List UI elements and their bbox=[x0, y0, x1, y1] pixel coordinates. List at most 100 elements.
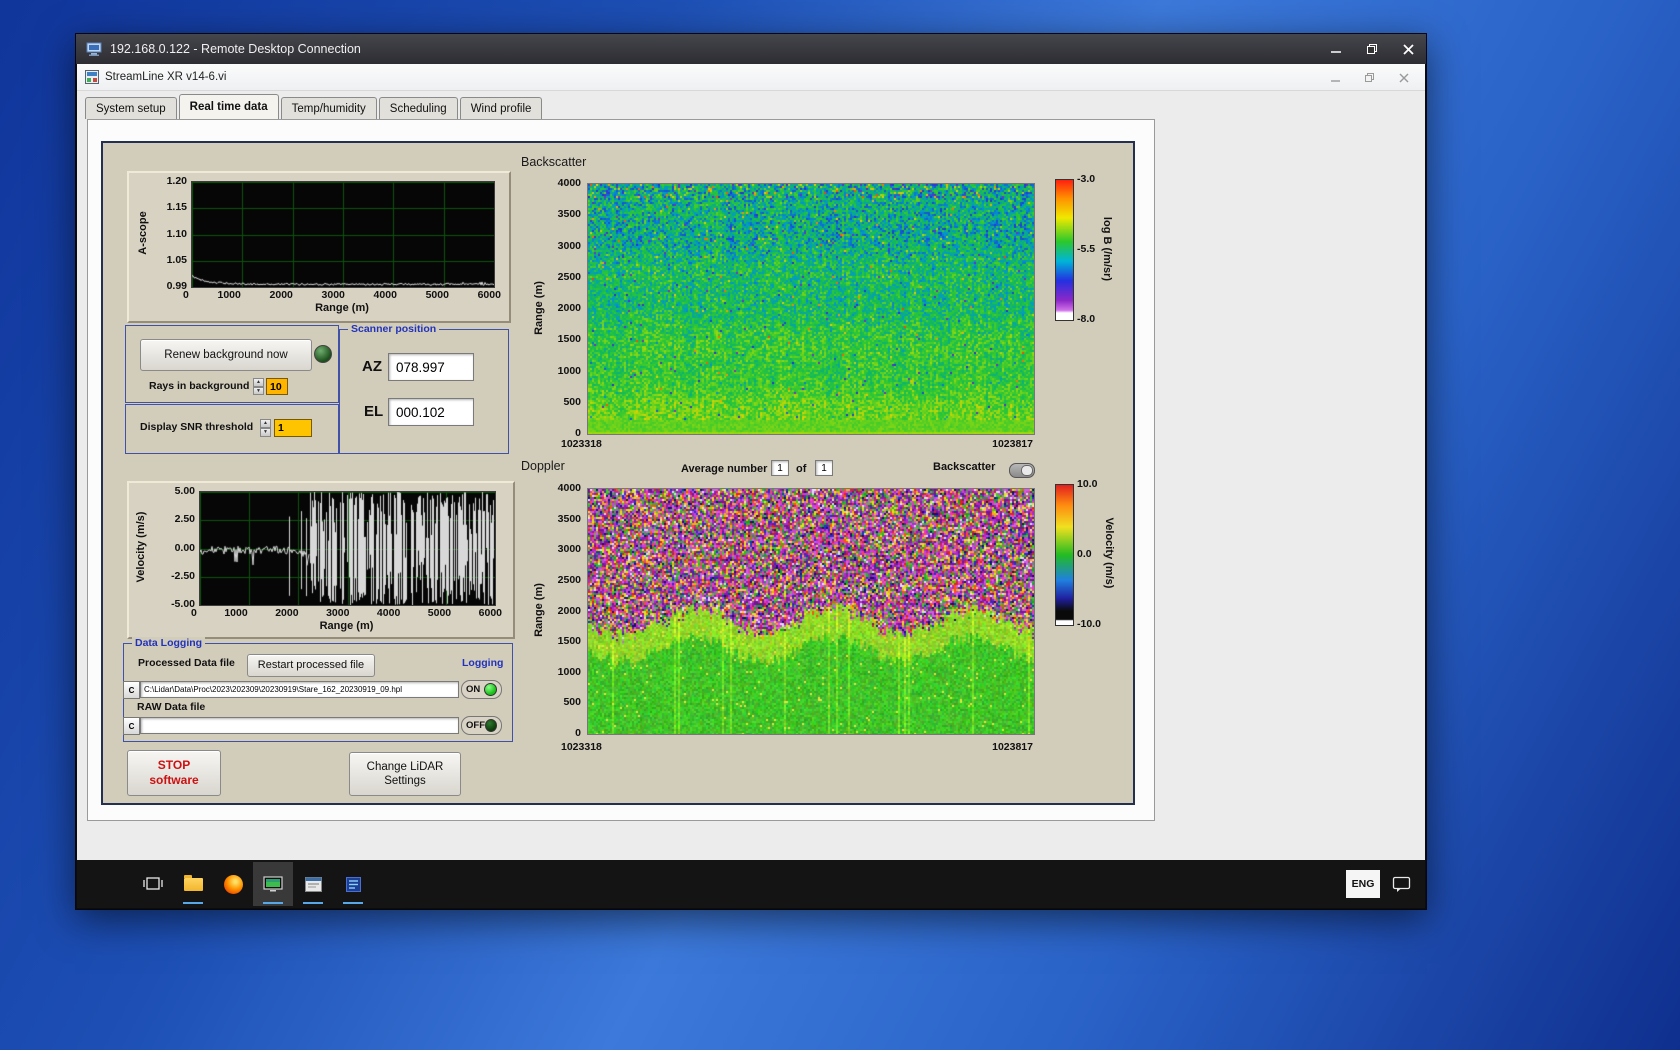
axis-tick: 3500 bbox=[557, 208, 581, 221]
task-view-icon[interactable] bbox=[133, 862, 173, 906]
stop-software-button[interactable]: STOP software bbox=[127, 750, 221, 796]
axis-tick: 3000 bbox=[326, 607, 350, 619]
average-count-field[interactable]: 1 bbox=[815, 460, 833, 476]
velocity-x-axis-label: Range (m) bbox=[319, 620, 374, 632]
change-lidar-settings-button[interactable]: Change LiDAR Settings bbox=[349, 752, 461, 796]
doppler-colorbar bbox=[1055, 484, 1074, 626]
el-label: EL bbox=[364, 403, 384, 420]
axis-tick: 4000 bbox=[373, 289, 397, 301]
remote-desktop-app-icon[interactable] bbox=[253, 862, 293, 906]
streamline-app-window: StreamLine XR v14-6.vi System setup Real… bbox=[77, 64, 1425, 860]
firefox-icon[interactable] bbox=[213, 862, 253, 906]
doppler-x-start: 1023318 bbox=[561, 741, 602, 753]
raw-logging-toggle[interactable]: OFF bbox=[461, 716, 502, 735]
axis-tick: 2000 bbox=[557, 302, 581, 314]
rays-spinner[interactable]: ▲ ▼ bbox=[253, 378, 264, 395]
snr-value-field[interactable]: 1 bbox=[274, 419, 312, 437]
remote-desktop-area: StreamLine XR v14-6.vi System setup Real… bbox=[77, 64, 1425, 908]
snr-spinner[interactable]: ▲ ▼ bbox=[260, 419, 271, 437]
ascope-y-ticks: 1.20 1.15 1.10 1.05 0.99 bbox=[153, 175, 187, 292]
renew-background-button[interactable]: Renew background now bbox=[140, 339, 312, 371]
axis-tick: 2000 bbox=[557, 604, 581, 617]
toggle-knob bbox=[1021, 465, 1033, 476]
ascope-x-ticks: 0 1000 2000 3000 4000 5000 6000 bbox=[183, 289, 501, 301]
axis-tick: 5.00 bbox=[174, 485, 195, 497]
renew-background-led bbox=[314, 345, 332, 363]
processed-path-drive-icon[interactable]: C bbox=[123, 681, 140, 699]
axis-tick: 10.0 bbox=[1077, 478, 1098, 490]
notification-tooltip-icon[interactable] bbox=[1392, 876, 1411, 893]
velocity-chart: Velocity (m/s) 5.00 2.50 0.00 -2.50 -5.00 01… bbox=[127, 481, 515, 639]
taskbar: ENG bbox=[77, 860, 1425, 908]
backscatter-y-ticks: 4000 3500 3000 2500 2000 1500 1000 500 0 bbox=[543, 177, 581, 439]
backscatter-x-end: 1023817 bbox=[992, 438, 1033, 450]
backscatter-colorbar-label: log B (/m/sr) bbox=[1101, 216, 1113, 282]
axis-tick: 6000 bbox=[478, 607, 502, 619]
tab-wind-profile[interactable]: Wind profile bbox=[459, 97, 543, 119]
tab-real-time-data[interactable]: Real time data bbox=[178, 94, 279, 119]
rdp-window: 192.168.0.122 - Remote Desktop Connectio… bbox=[75, 33, 1427, 910]
axis-tick: -10.0 bbox=[1077, 618, 1101, 630]
axis-tick: 4000 bbox=[376, 607, 401, 619]
backscatter-display-toggle[interactable] bbox=[1009, 463, 1035, 478]
tab-system-setup[interactable]: System setup bbox=[85, 97, 177, 119]
tab-scheduling[interactable]: Scheduling bbox=[378, 97, 458, 119]
axis-tick: 4000 bbox=[557, 482, 581, 494]
file-explorer-icon[interactable] bbox=[173, 862, 213, 906]
raw-logging-led bbox=[485, 719, 497, 732]
axis-tick: 1.15 bbox=[166, 201, 187, 214]
axis-tick: 0 bbox=[575, 727, 581, 739]
raw-path-drive-icon[interactable]: C bbox=[123, 717, 140, 735]
restart-processed-file-button[interactable]: Restart processed file bbox=[247, 654, 375, 677]
axis-tick: 1500 bbox=[557, 635, 581, 648]
app-titlebar: StreamLine XR v14-6.vi bbox=[77, 64, 1425, 91]
ascope-plot-area bbox=[191, 181, 495, 288]
language-indicator[interactable]: ENG bbox=[1346, 870, 1380, 898]
scan-scheduler-icon[interactable] bbox=[293, 862, 333, 906]
axis-tick: -3.0 bbox=[1077, 173, 1096, 185]
logging-label: Logging bbox=[462, 657, 504, 669]
axis-tick: -2.50 bbox=[171, 569, 195, 582]
axis-tick: 3000 bbox=[557, 239, 581, 252]
app-close-icon[interactable] bbox=[1399, 73, 1409, 83]
az-value-field[interactable]: 078.997 bbox=[388, 353, 474, 381]
axis-tick: 0 bbox=[183, 289, 189, 301]
app-title: StreamLine XR v14-6.vi bbox=[105, 71, 227, 83]
rays-value-field[interactable]: 10 bbox=[266, 378, 288, 395]
remote-desktop-icon bbox=[86, 42, 102, 56]
processed-logging-led bbox=[484, 683, 497, 696]
axis-tick: 3000 bbox=[321, 289, 345, 301]
backscatter-colorbar-ticks: -3.0 -5.5 -8.0 bbox=[1077, 173, 1095, 325]
axis-tick: 0.0 bbox=[1077, 548, 1092, 560]
stop-button-line2: software bbox=[149, 773, 199, 787]
raw-path-field[interactable] bbox=[140, 717, 459, 734]
app-icon bbox=[85, 70, 99, 84]
average-number-label: Average number bbox=[681, 463, 768, 475]
rdp-restore-button[interactable] bbox=[1354, 34, 1390, 64]
rdp-close-button[interactable] bbox=[1390, 34, 1426, 64]
velocity-trace bbox=[200, 492, 495, 605]
snr-threshold-box: Display SNR threshold ▲ ▼ 1 bbox=[125, 404, 339, 454]
axis-tick: 1.10 bbox=[166, 227, 187, 240]
schedule-list-icon[interactable] bbox=[333, 862, 373, 906]
processed-data-file-label: Processed Data file bbox=[138, 657, 235, 669]
processed-path-field[interactable]: C:\Lidar\Data\Proc\2023\202309\20230919\… bbox=[140, 681, 459, 698]
backscatter-heatmap bbox=[588, 184, 1034, 434]
app-restore-icon[interactable] bbox=[1365, 72, 1375, 83]
axis-tick: 5000 bbox=[425, 289, 449, 301]
tab-temp-humidity[interactable]: Temp/humidity bbox=[280, 97, 377, 119]
doppler-x-end: 1023817 bbox=[992, 741, 1033, 753]
axis-tick: 0.00 bbox=[174, 541, 195, 554]
backscatter-colorbar bbox=[1055, 179, 1074, 321]
el-value-field[interactable]: 000.102 bbox=[388, 398, 474, 426]
axis-tick: 1.20 bbox=[166, 175, 187, 187]
rdp-minimize-button[interactable] bbox=[1318, 34, 1354, 64]
axis-tick: 1000 bbox=[224, 607, 248, 619]
average-number-field[interactable]: 1 bbox=[771, 460, 789, 476]
axis-tick: 5000 bbox=[427, 607, 452, 619]
doppler-colorbar-ticks: 10.0 0.0 -10.0 bbox=[1077, 478, 1101, 630]
processed-logging-toggle[interactable]: ON bbox=[461, 680, 502, 699]
change-button-line1: Change LiDAR bbox=[366, 760, 444, 773]
app-minimize-icon[interactable] bbox=[1331, 73, 1341, 83]
axis-tick: 6000 bbox=[477, 289, 501, 301]
